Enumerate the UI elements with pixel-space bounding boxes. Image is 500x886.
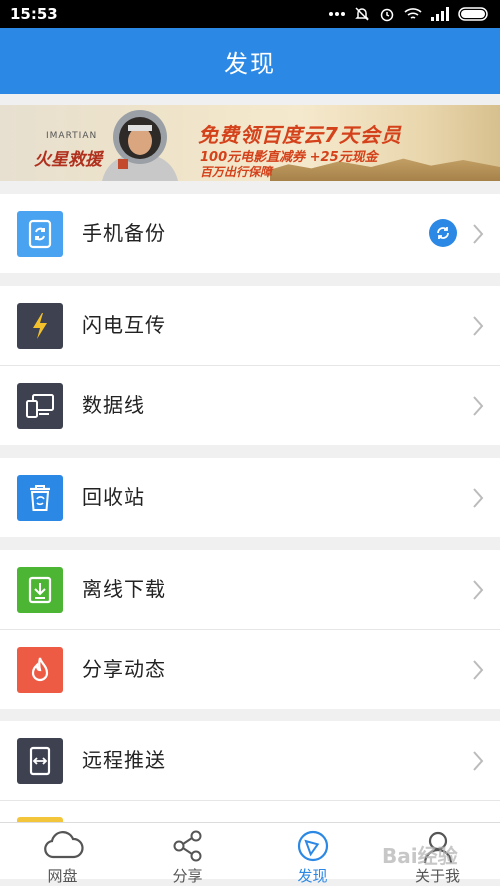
tab-label: 分享: [172, 867, 203, 885]
watermark: Bai经验: [382, 844, 458, 868]
menu-item-label: 远程推送: [82, 748, 166, 772]
status-time: 15:53: [10, 5, 58, 23]
mute-icon: [355, 7, 369, 21]
wifi-icon: [404, 8, 422, 19]
menu-item-label: 闪电互传: [82, 313, 166, 337]
status-icons: [329, 6, 490, 22]
battery-icon: [458, 7, 488, 21]
devices-icon: [17, 383, 63, 429]
chevron-right-icon: [473, 580, 484, 600]
tab-cloud-drive[interactable]: 网盘: [0, 823, 125, 885]
phone-sync-icon: [17, 211, 63, 257]
recycle-bin-icon: [17, 475, 63, 521]
astronaut-image: [102, 110, 178, 181]
menu-item-recycle-bin[interactable]: 回收站: [0, 458, 500, 537]
status-bar: 15:53: [0, 0, 500, 28]
chevron-right-icon: [473, 660, 484, 680]
cloud-icon: [43, 831, 84, 859]
more-dots-icon: [329, 12, 345, 16]
chevron-right-icon: [473, 316, 484, 336]
flame-icon: [17, 647, 63, 693]
menu-item-remote-push[interactable]: 远程推送: [0, 721, 500, 800]
chevron-right-icon: [473, 751, 484, 771]
menu-item-partial[interactable]: [0, 801, 500, 822]
menu-item-label: 离线下载: [82, 577, 166, 601]
signal-icon: [431, 7, 449, 21]
app-header: 发现: [0, 28, 500, 94]
menu-item-label: 分享动态: [82, 657, 166, 681]
menu-item-data-cable[interactable]: 数据线: [0, 366, 500, 445]
banner-subtitle-en: IMARTIAN: [46, 131, 98, 141]
lightning-icon: [17, 303, 63, 349]
menu-item-flash-transfer[interactable]: 闪电互传: [0, 286, 500, 365]
chevron-right-icon: [473, 396, 484, 416]
compass-icon: [297, 830, 328, 862]
chevron-right-icon: [473, 224, 484, 244]
tab-label: 网盘: [47, 867, 78, 885]
tab-label: 发现: [297, 867, 328, 885]
menu-item-label: 手机备份: [82, 221, 166, 245]
alarm-icon: [380, 8, 394, 22]
page-title: 发现: [224, 49, 276, 78]
tab-discover[interactable]: 发现: [250, 823, 375, 885]
download-icon: [17, 567, 63, 613]
share-icon: [173, 830, 201, 862]
banner-promo-headline: 免费领百度云7天会员: [198, 123, 402, 147]
remote-push-icon: [17, 738, 63, 784]
menu-item-label: 回收站: [82, 485, 145, 509]
sync-status-icon[interactable]: [429, 219, 457, 247]
tab-share[interactable]: 分享: [125, 823, 250, 885]
chevron-right-icon: [473, 488, 484, 508]
promo-banner[interactable]: IMARTIAN 火星救援 免费领百度云7天会员 100元电影直减券 +25元现…: [0, 105, 500, 181]
banner-film-title: 火星救援: [34, 150, 102, 170]
banner-promo-line3: 百万出行保障: [200, 165, 273, 179]
menu-item-offline-download[interactable]: 离线下载: [0, 550, 500, 629]
menu-item-phone-backup[interactable]: 手机备份: [0, 194, 500, 273]
menu-item-share-feed[interactable]: 分享动态: [0, 630, 500, 709]
menu-item-label: 数据线: [82, 393, 145, 417]
